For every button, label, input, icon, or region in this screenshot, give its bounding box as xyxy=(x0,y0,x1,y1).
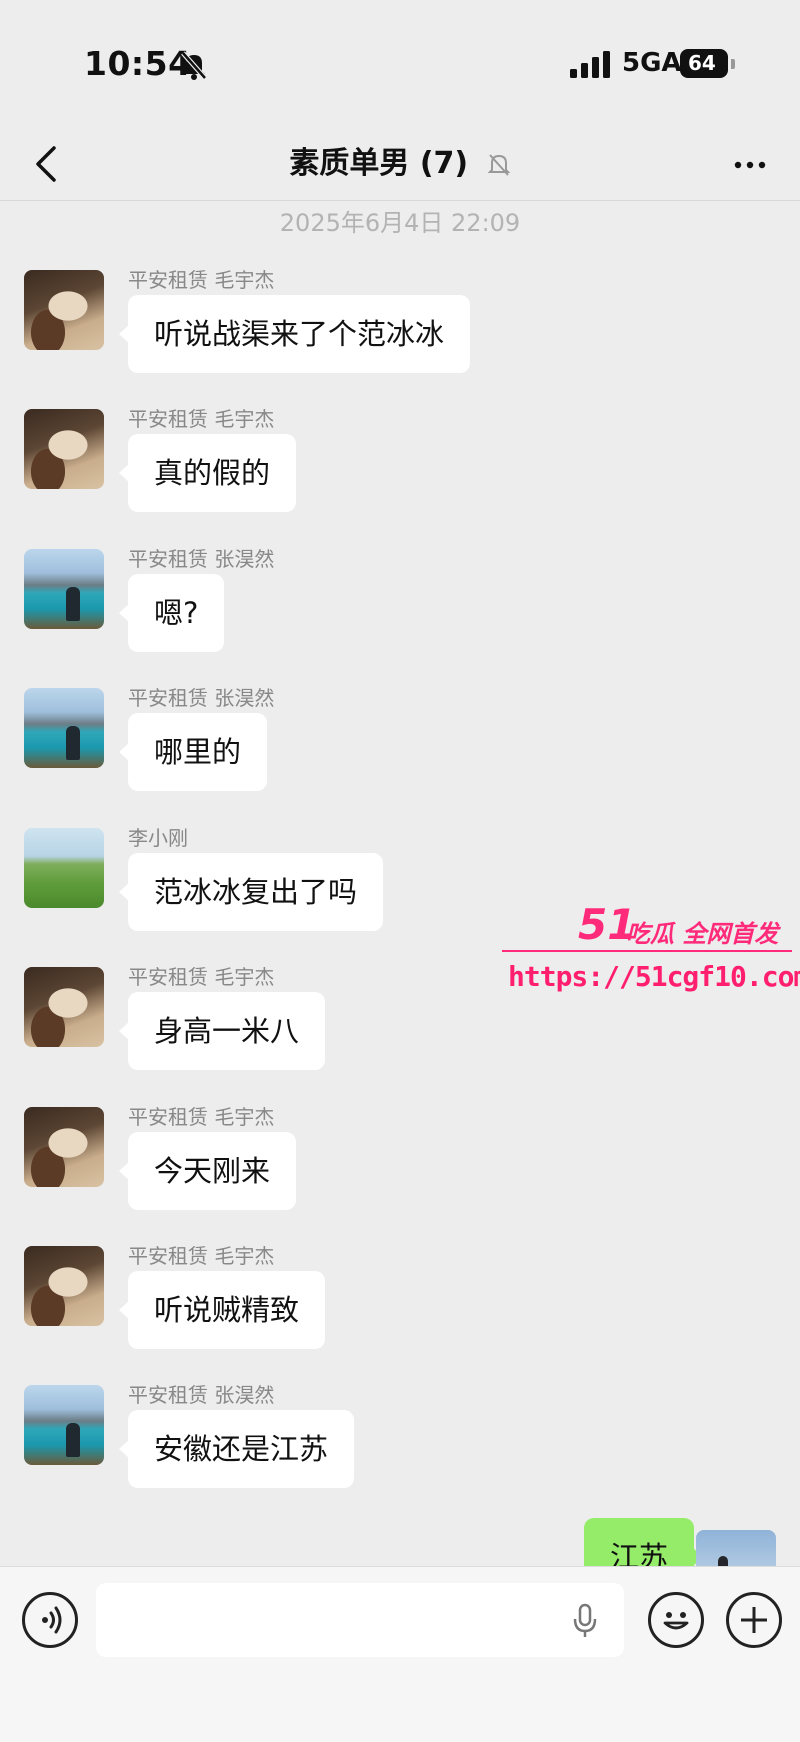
watermark-slogan: 吃瓜 全网首发 xyxy=(626,920,779,948)
sender-name: 平安租赁 张淏然 xyxy=(128,547,275,571)
sender-name: 平安租赁 张淏然 xyxy=(128,1383,275,1407)
emoji-button[interactable] xyxy=(648,1592,704,1648)
message-row: 平安租赁 张淏然 嗯? xyxy=(0,547,800,679)
avatar[interactable] xyxy=(24,1385,104,1465)
chat-title: 素质单男 (7) xyxy=(0,140,800,188)
chat-title-text: 素质单男 (7) xyxy=(289,146,469,181)
message-row: 平安租赁 毛宇杰 听说贼精致 xyxy=(0,1244,800,1376)
message-bubble[interactable]: 嗯? xyxy=(118,574,225,652)
message-timestamp: 2025年6月4日 22:09 xyxy=(279,209,521,237)
watermark-divider xyxy=(502,950,792,952)
network-type: 5GA xyxy=(622,48,682,78)
sender-name: 平安租赁 毛宇杰 xyxy=(128,965,275,989)
avatar[interactable] xyxy=(24,409,104,489)
avatar[interactable] xyxy=(24,1246,104,1326)
message-bubble[interactable]: 范冰冰复出了吗 xyxy=(118,853,384,931)
sender-name: 平安租赁 毛宇杰 xyxy=(128,268,275,292)
chat-header: 素质单男 (7) xyxy=(0,130,800,201)
signal-strength-icon xyxy=(570,50,610,78)
battery-icon: 64 xyxy=(680,49,735,78)
message-input[interactable] xyxy=(96,1583,624,1657)
clock: 10:54 xyxy=(84,44,192,83)
message-bubble[interactable]: 听说战渠来了个范冰冰 xyxy=(118,295,471,373)
message-bubble[interactable]: 今天刚来 xyxy=(118,1132,297,1210)
status-bar: 10:54 5GA 64 xyxy=(0,0,800,130)
smiley-icon xyxy=(663,1612,689,1630)
avatar[interactable] xyxy=(24,549,104,629)
message-row: 平安租赁 张淏然 哪里的 xyxy=(0,686,800,818)
message-row: 平安租赁 毛宇杰 今天刚来 xyxy=(0,1105,800,1237)
bell-muted-icon xyxy=(487,153,511,176)
input-bar xyxy=(0,1566,800,1742)
avatar[interactable] xyxy=(24,1107,104,1187)
microphone-icon[interactable] xyxy=(572,1603,598,1639)
avatar[interactable] xyxy=(24,688,104,768)
voice-input-button[interactable] xyxy=(22,1592,78,1648)
watermark: 51 吃瓜 全网首发 https://51cgf10.com xyxy=(498,900,800,1000)
message-row: 平安租赁 毛宇杰 真的假的 xyxy=(0,407,800,539)
add-attachment-button[interactable] xyxy=(726,1592,782,1648)
message-row: 平安租赁 张淏然 安徽还是江苏 xyxy=(0,1383,800,1515)
message-bubble[interactable]: 身高一米八 xyxy=(118,992,326,1070)
avatar[interactable] xyxy=(24,828,104,908)
sender-name: 平安租赁 毛宇杰 xyxy=(128,1244,275,1268)
message-row: 平安租赁 毛宇杰 听说战渠来了个范冰冰 xyxy=(0,268,800,400)
sender-name: 平安租赁 毛宇杰 xyxy=(128,1105,275,1129)
message-bubble[interactable]: 安徽还是江苏 xyxy=(118,1410,355,1488)
watermark-url: https://51cgf10.com xyxy=(508,960,800,993)
more-options-button[interactable] xyxy=(730,150,770,180)
voice-icon xyxy=(42,1606,62,1634)
message-bubble[interactable]: 真的假的 xyxy=(118,434,297,512)
message-bubble[interactable]: 听说贼精致 xyxy=(118,1271,326,1349)
sender-name: 平安租赁 张淏然 xyxy=(128,686,275,710)
avatar[interactable] xyxy=(24,967,104,1047)
avatar[interactable] xyxy=(24,270,104,350)
plus-icon xyxy=(741,1607,767,1633)
sender-name: 李小刚 xyxy=(128,826,188,850)
sender-name: 平安租赁 毛宇杰 xyxy=(128,407,275,431)
bell-muted-icon xyxy=(181,51,207,80)
message-bubble[interactable]: 哪里的 xyxy=(118,713,268,791)
